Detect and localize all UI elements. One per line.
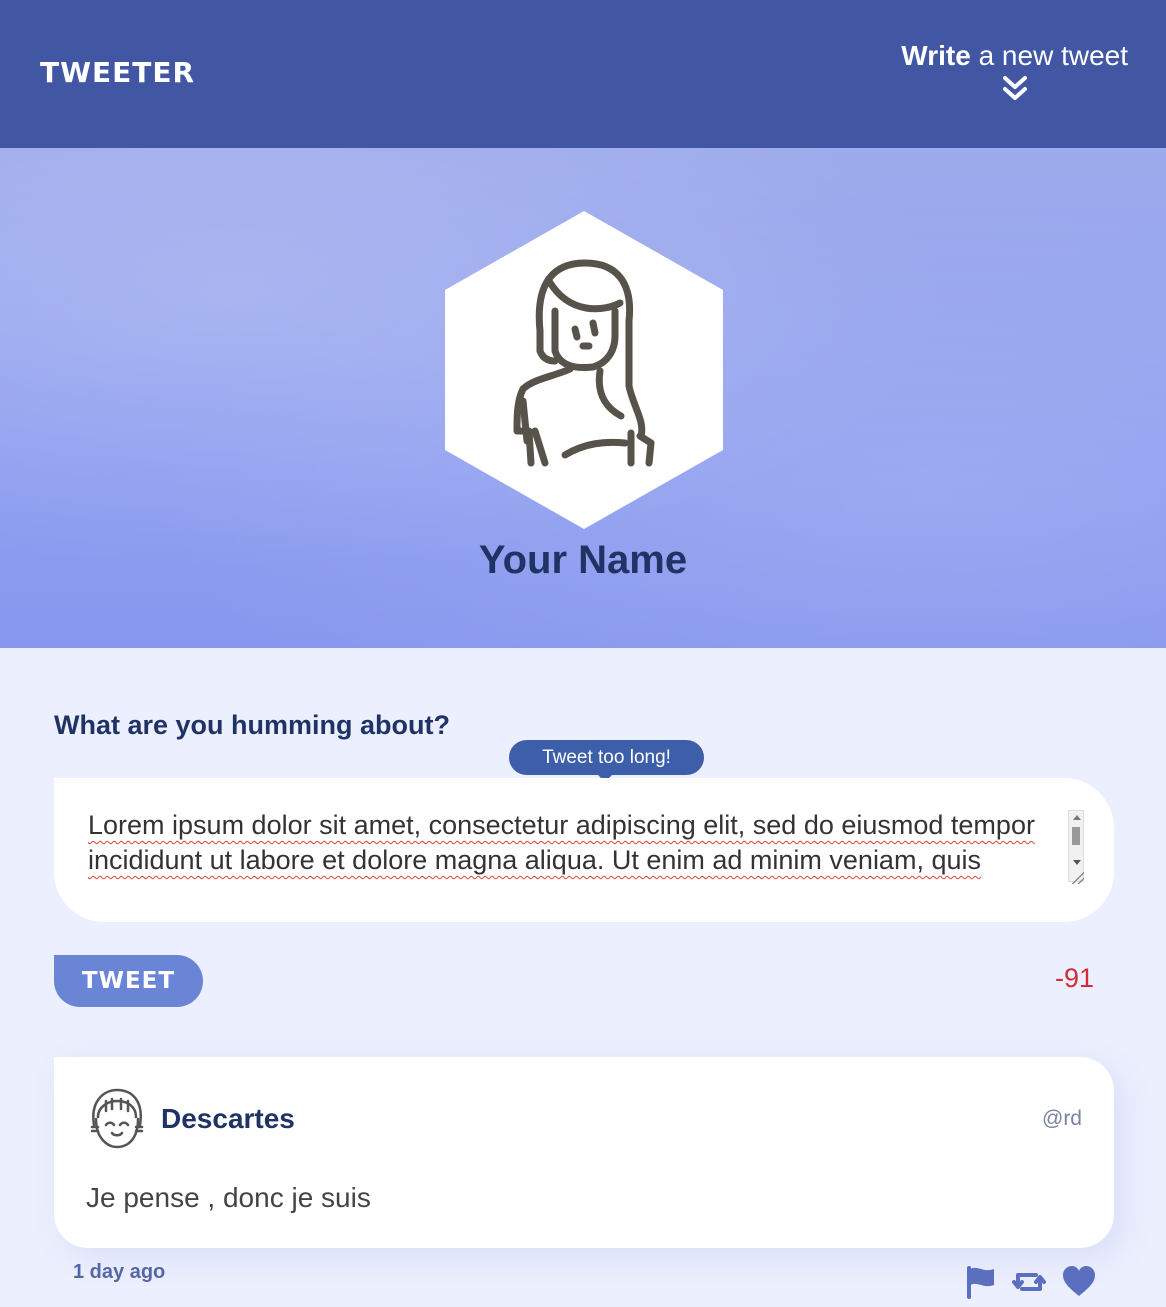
flag-icon[interactable] <box>964 1265 998 1299</box>
error-tooltip: Tweet too long! <box>509 740 704 782</box>
profile-name: Your Name <box>478 538 688 582</box>
heart-icon[interactable] <box>1062 1265 1096 1299</box>
author-avatar-icon <box>90 1088 144 1149</box>
scroll-thumb[interactable] <box>1072 827 1080 845</box>
compose-label: What are you humming about? <box>54 710 450 740</box>
tweet-card: Descartes @rd Je pense , donc je suis <box>54 1057 1114 1248</box>
tweet-text: Je pense , donc je suis <box>86 1182 371 1213</box>
tweet-textarea-text[interactable]: Lorem ipsum dolor sit amet, consectetur … <box>88 808 1066 886</box>
retweet-icon[interactable] <box>1012 1265 1046 1299</box>
scroll-up-icon[interactable] <box>1073 815 1081 820</box>
resize-handle[interactable] <box>1070 870 1084 884</box>
write-link-rest: a new tweet <box>970 40 1128 71</box>
tweet-author-handle: @rd <box>1042 1107 1082 1130</box>
tweet-actions <box>964 1265 1104 1299</box>
profile-banner: Your Name <box>0 148 1166 648</box>
character-counter: -91 <box>1054 963 1094 993</box>
tweet-textarea[interactable]: Lorem ipsum dolor sit amet, consectetur … <box>54 778 1114 922</box>
tweet-author-name: Descartes <box>161 1103 295 1134</box>
tweet-button[interactable]: TWEET <box>54 955 203 1007</box>
user-avatar-icon <box>445 211 723 529</box>
write-new-tweet-link[interactable]: Write a new tweet <box>901 40 1128 104</box>
scroll-down-icon[interactable] <box>1073 860 1081 865</box>
double-chevron-down-icon[interactable] <box>1002 74 1028 104</box>
brand-logo: TWEETER <box>40 56 196 89</box>
write-link-bold: Write <box>901 40 971 71</box>
tweet-timestamp: 1 day ago <box>73 1261 166 1283</box>
top-nav: TWEETER Write a new tweet <box>0 0 1166 148</box>
